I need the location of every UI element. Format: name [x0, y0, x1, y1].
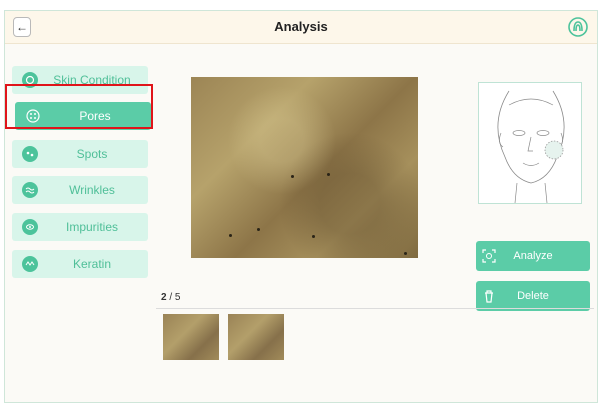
sidebar-item-label: Wrinkles	[69, 183, 115, 197]
sidebar-item-spots[interactable]: Spots	[12, 140, 148, 168]
top-bar: ← Analysis	[5, 11, 597, 44]
thumbnail-1[interactable]	[163, 314, 219, 360]
sidebar-item-label: Keratin	[72, 257, 112, 271]
selection-highlight	[5, 84, 153, 129]
total-count: 5	[174, 292, 181, 303]
divider	[156, 308, 594, 309]
impurities-icon	[22, 219, 38, 235]
image-counter: 2 / 5	[161, 292, 180, 303]
sidebar-item-wrinkles[interactable]: Wrinkles	[12, 176, 148, 204]
sidebar-item-label: Impurities	[65, 220, 118, 234]
wrinkles-icon	[22, 182, 38, 198]
pore-mark	[257, 228, 260, 231]
thumbnail-2[interactable]	[228, 314, 284, 360]
pore-mark	[229, 234, 232, 237]
face-diagram-icon	[497, 90, 565, 204]
analyze-label: Analyze	[513, 250, 553, 262]
scanner-icon[interactable]	[567, 16, 589, 38]
counter-separator: /	[169, 292, 173, 303]
sidebar-item-label: Spots	[76, 147, 108, 161]
pore-mark	[291, 175, 294, 178]
pore-mark	[327, 173, 330, 176]
keratin-icon	[22, 256, 38, 272]
sidebar-item-keratin[interactable]: Keratin	[12, 250, 148, 278]
pore-mark	[312, 235, 315, 238]
sidebar-item-impurities[interactable]: Impurities	[12, 213, 148, 241]
skin-analysis-image	[191, 77, 418, 258]
analyze-button[interactable]: Analyze	[476, 241, 590, 271]
face-diagram-panel	[478, 82, 582, 204]
delete-label: Delete	[517, 290, 549, 302]
pore-mark	[404, 252, 407, 255]
delete-button[interactable]: Delete	[476, 281, 590, 311]
spots-icon	[22, 146, 38, 162]
current-index: 2	[161, 292, 167, 303]
page-title: Analysis	[274, 19, 328, 34]
